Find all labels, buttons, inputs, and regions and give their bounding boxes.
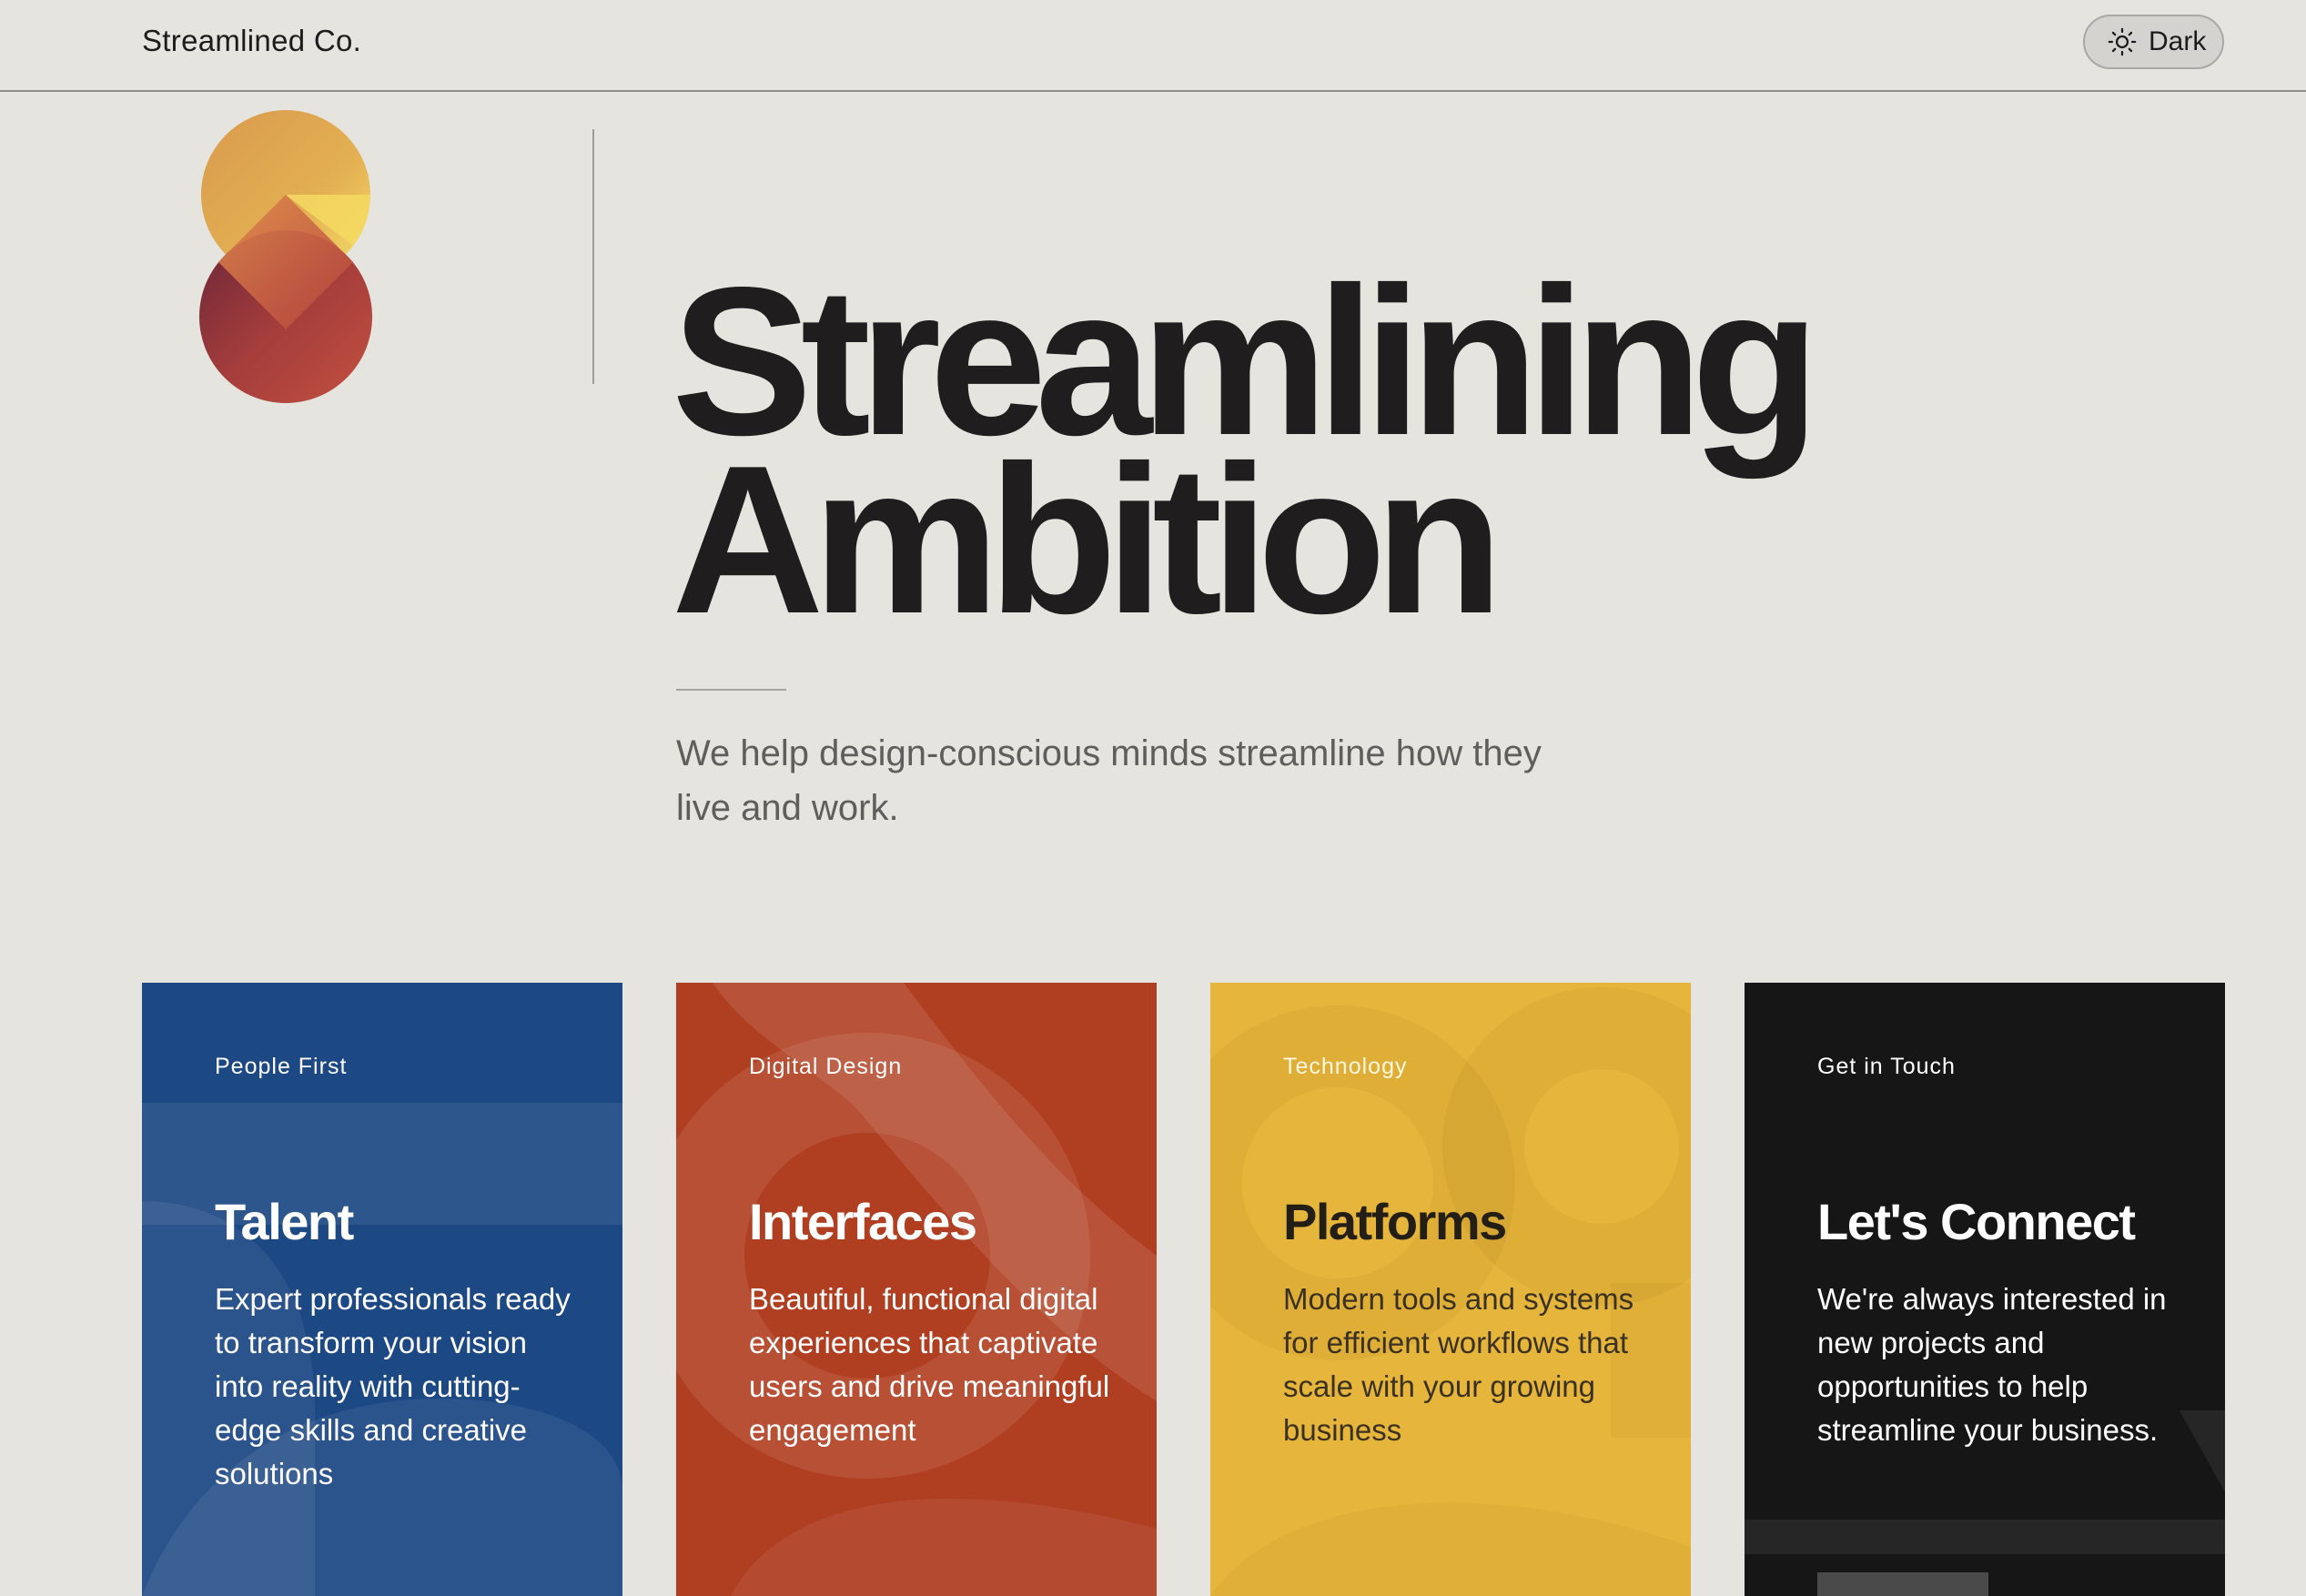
contact-button[interactable] [1817,1572,1988,1596]
hero-tagline: We help design-conscious minds streamlin… [676,733,1542,828]
hero-headline: Streamlining Ambition [672,257,1820,646]
card-title: Interfaces [749,1193,977,1250]
card-title: Talent [215,1193,354,1250]
brand-logo-mark [199,110,372,403]
card-eyebrow: People First [215,1054,348,1079]
top-navigation-bar: Streamlined Co. Dark [0,0,2306,92]
card-title: Let's Connect [1817,1193,2136,1250]
card-lets-connect[interactable]: Get in Touch Let's Connect We're always … [1745,983,2225,1596]
card-title: Platforms [1283,1193,1507,1250]
theme-toggle-button[interactable]: Dark [2083,15,2224,69]
card-description: Modern tools and systems for efficient w… [1283,1282,1634,1447]
card-platforms[interactable]: Technology Platforms Modern tools and sy… [1210,983,1691,1596]
theme-toggle-label: Dark [2149,26,2207,56]
card-eyebrow: Technology [1283,1054,1408,1079]
sun-icon [2108,27,2137,56]
hero-divider-horizontal [676,689,786,691]
card-description: Expert professionals ready to transform … [215,1282,571,1490]
brand-name[interactable]: Streamlined Co. [142,24,361,58]
hero-divider-vertical [592,129,594,384]
card-description: We're always interested in new projects … [1817,1282,2167,1447]
card-eyebrow: Digital Design [749,1054,903,1079]
card-eyebrow: Get in Touch [1817,1054,1956,1079]
card-interfaces[interactable]: Digital Design Interfaces Beautiful, fun… [676,983,1157,1596]
card-description: Beautiful, functional digital experience… [749,1282,1110,1447]
card-talent[interactable]: People First Talent Expert professionals… [142,983,622,1596]
